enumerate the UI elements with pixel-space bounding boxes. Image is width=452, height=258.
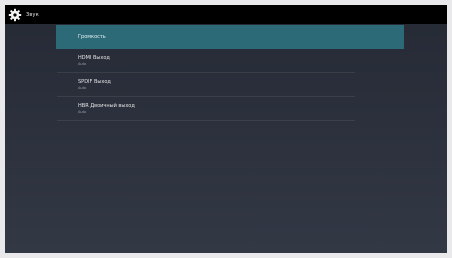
list-item-label: SPDIF Выход [78, 78, 111, 85]
title-bar: Звук [5, 5, 447, 24]
list-item-value: Auto [78, 109, 87, 114]
list-item-volume[interactable]: Громкость [56, 25, 404, 49]
settings-list: Громкость HDMI Выход Auto SPDIF Выход Au… [56, 25, 404, 121]
list-item-value: Auto [78, 61, 87, 66]
settings-screen: Звук Громкость HDMI Выход Auto SPDIF Вых… [5, 5, 447, 253]
list-item-hbr-output[interactable]: HBR Двоичный выход Auto [57, 97, 355, 121]
list-item-hdmi-output[interactable]: HDMI Выход Auto [57, 49, 355, 73]
list-item-value: Auto [78, 85, 87, 90]
gear-icon [8, 8, 22, 22]
list-item-label: HDMI Выход [78, 54, 110, 61]
list-item-label: Громкость [78, 34, 106, 40]
list-item-label: HBR Двоичный выход [78, 102, 135, 109]
list-item-spdif-output[interactable]: SPDIF Выход Auto [57, 73, 355, 97]
screen-title: Звук [26, 11, 39, 18]
